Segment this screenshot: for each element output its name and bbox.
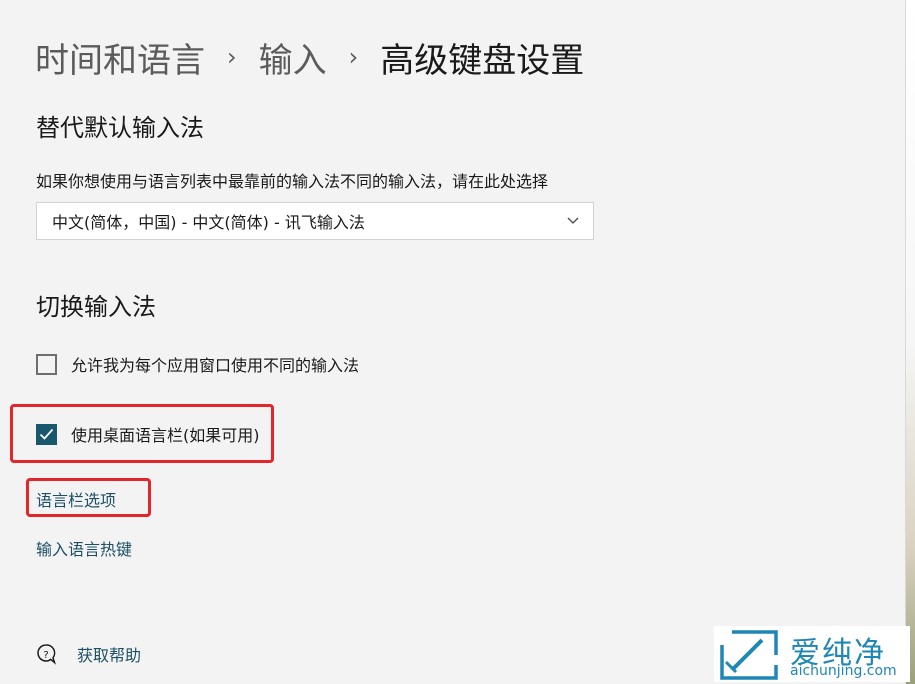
per-app-input-label: 允许我为每个应用窗口使用不同的输入法 [71,356,360,375]
desktop-language-bar-checkbox[interactable] [36,423,57,445]
get-help-link[interactable]: 获取帮助 [77,642,141,666]
input-language-hotkeys-link[interactable]: 输入语言热键 [36,536,132,560]
breadcrumb-input[interactable]: 输入 [259,33,327,82]
per-app-input-checkbox-row[interactable]: 允许我为每个应用窗口使用不同的输入法 [36,352,359,376]
switch-input-heading: 切换输入法 [36,293,156,321]
language-bar-options-link[interactable]: 语言栏选项 [36,487,116,511]
svg-text:?: ? [43,650,48,661]
breadcrumb-time-language[interactable]: 时间和语言 [35,33,205,82]
per-app-input-checkbox[interactable] [36,353,57,375]
help-chat-icon: ? [37,644,57,665]
background-edge [905,0,915,684]
desktop-language-bar-label: 使用桌面语言栏(如果可用) [71,426,260,445]
page-title: 高级键盘设置 [380,40,585,81]
checkmark-icon [39,428,54,440]
watermark-logo: 爱纯净 aichunjing.com [714,626,910,682]
chevron-down-icon [567,217,579,224]
dropdown-selected-value: 中文(简体，中国) - 中文(简体) - 讯飞输入法 [52,213,365,232]
breadcrumb: 时间和语言 › 输入 › 高级键盘设置 [35,33,585,82]
input-method-dropdown[interactable]: 中文(简体，中国) - 中文(简体) - 讯飞输入法 [36,202,594,240]
watermark-icon [720,630,778,680]
watermark-url: aichunjing.com [790,663,897,679]
breadcrumb-separator-icon: › [348,43,359,71]
desktop-language-bar-checkbox-row[interactable]: 使用桌面语言栏(如果可用) [36,422,260,446]
override-input-description: 如果你想使用与语言列表中最靠前的输入法不同的输入法，请在此处选择 [36,172,549,191]
get-help-row[interactable]: ? 获取帮助 [35,642,141,666]
breadcrumb-separator-icon: › [227,43,237,71]
override-input-heading: 替代默认输入法 [36,114,204,142]
